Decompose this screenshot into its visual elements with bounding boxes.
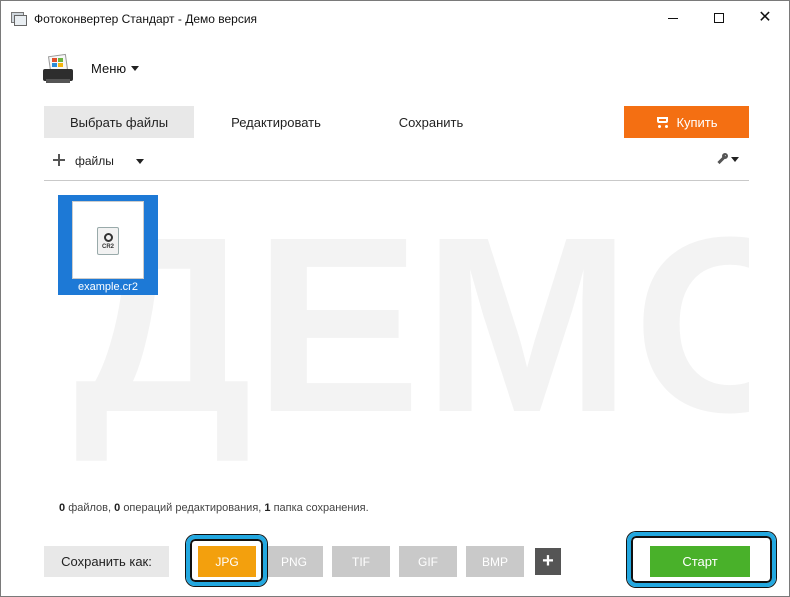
save-count: 1 xyxy=(264,502,271,514)
cart-icon xyxy=(655,116,669,128)
close-button[interactable]: ✕ xyxy=(742,1,788,35)
close-icon: ✕ xyxy=(758,9,772,26)
app-logo-icon[interactable] xyxy=(43,53,75,85)
chevron-down-icon[interactable] xyxy=(136,159,144,164)
jpg-highlight-frame xyxy=(186,535,267,586)
minimize-button[interactable] xyxy=(650,1,696,35)
files-toolbar: файлы xyxy=(44,151,749,181)
format-tif-button[interactable]: TIF xyxy=(332,546,390,577)
buy-button[interactable]: Купить xyxy=(624,106,749,138)
title-bar: Фотоконвертер Стандарт - Демо версия ✕ xyxy=(1,1,789,37)
window-title: Фотоконвертер Стандарт - Демо версия xyxy=(34,12,258,26)
format-png-button[interactable]: PNG xyxy=(265,546,323,577)
add-files-icon[interactable] xyxy=(53,154,65,166)
files-count: 0 xyxy=(59,502,66,514)
app-icon xyxy=(11,12,27,26)
thumbnail-preview: CR2 xyxy=(72,201,144,279)
edit-count: 0 xyxy=(114,502,121,514)
tab-select-files[interactable]: Выбрать файлы xyxy=(44,106,194,138)
format-bmp-button[interactable]: BMP xyxy=(466,546,524,577)
files-count-label: файлов, xyxy=(68,502,112,514)
file-workspace[interactable]: ДЕМО CR2 example.cr2 xyxy=(44,182,749,487)
app-window: Фотоконвертер Стандарт - Демо версия ✕ М… xyxy=(0,0,790,597)
add-format-button[interactable]: + xyxy=(535,548,561,575)
format-gif-button[interactable]: GIF xyxy=(399,546,457,577)
status-line: 0 файлов, 0 операций редактирования, 1 п… xyxy=(59,502,369,514)
minimize-icon xyxy=(668,17,678,19)
settings-button[interactable] xyxy=(716,153,739,165)
chevron-down-icon xyxy=(131,66,140,71)
tab-label: Редактировать xyxy=(231,114,321,130)
maximize-icon xyxy=(714,13,724,23)
aperture-icon xyxy=(104,233,113,242)
file-extension: CR2 xyxy=(101,244,114,250)
menu-button[interactable]: Меню xyxy=(91,61,140,76)
add-files-button[interactable]: файлы xyxy=(75,154,114,168)
wrench-icon xyxy=(716,153,728,165)
start-highlight-frame xyxy=(627,532,776,587)
tab-label: Выбрать файлы xyxy=(69,114,169,130)
edit-count-label: операций редактирования, xyxy=(123,502,262,514)
demo-watermark: ДЕМО xyxy=(74,185,749,464)
menu-label: Меню xyxy=(91,61,127,76)
buy-label: Купить xyxy=(676,114,718,130)
file-name: example.cr2 xyxy=(78,281,138,293)
tab-label: Сохранить xyxy=(398,114,464,130)
chevron-down-icon xyxy=(731,156,739,162)
maximize-button[interactable] xyxy=(696,1,742,35)
raw-file-icon: CR2 xyxy=(97,227,119,255)
save-as-label: Сохранить как: xyxy=(44,546,169,577)
tab-save[interactable]: Сохранить xyxy=(356,106,506,138)
save-count-label: папка сохранения. xyxy=(273,502,369,514)
tab-edit[interactable]: Редактировать xyxy=(196,106,356,138)
file-thumbnail[interactable]: CR2 example.cr2 xyxy=(58,195,158,295)
